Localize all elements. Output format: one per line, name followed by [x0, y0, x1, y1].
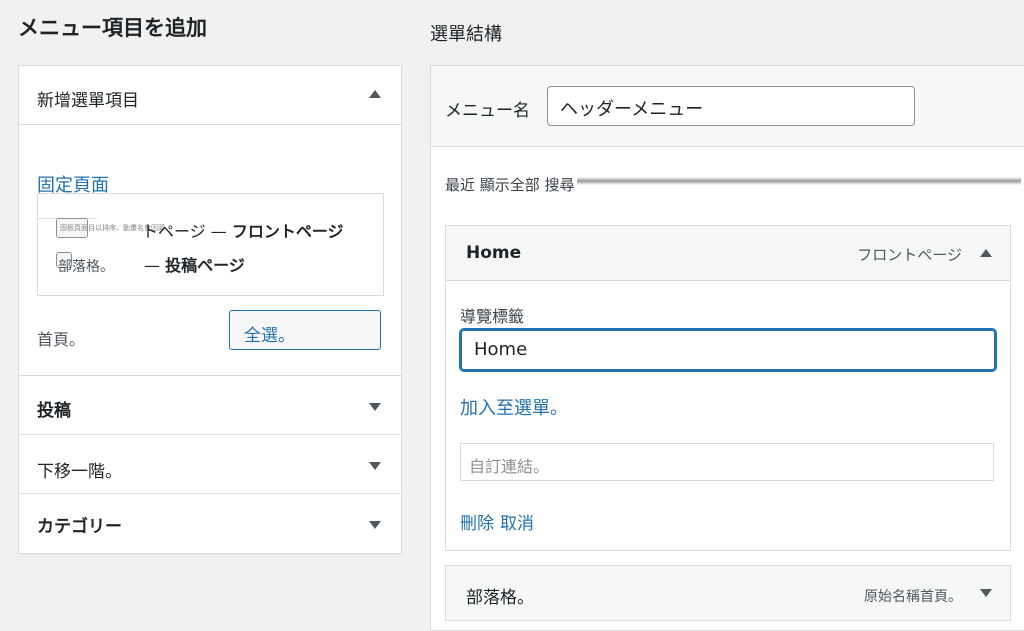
- add-menu-items-accordion: 新增選單項目 固定頁面 固板頁面目以排序，動畫名會因頭 トページ — フロントペ…: [18, 65, 402, 554]
- scroll-indicator: [577, 177, 1021, 185]
- custom-link-input[interactable]: 自訂連結。: [460, 443, 994, 481]
- expand-arrow-icon[interactable]: [369, 403, 381, 411]
- page-item-posts-bold: 投稿ページ: [165, 256, 245, 275]
- page-item-posts-plain: —: [144, 256, 166, 275]
- collapse-arrow-icon[interactable]: [980, 249, 992, 257]
- page-item-front[interactable]: トページ — フロントページ: [142, 218, 344, 242]
- page-item-posts[interactable]: — 投稿ページ: [144, 252, 245, 276]
- remove-link[interactable]: 刪除: [460, 514, 494, 534]
- add-to-menu-link[interactable]: 加入至選單。: [460, 394, 568, 420]
- menu-name-bar: メニュー名 ヘッダーメニュー: [431, 66, 1024, 147]
- accordion-section-categories[interactable]: カテゴリー: [19, 494, 401, 553]
- section-title: 下移一階。: [37, 462, 122, 482]
- menu-name-input[interactable]: ヘッダーメニュー: [547, 86, 915, 126]
- section-title: 投稿: [37, 401, 71, 421]
- pages-panel: 固定頁面 固板頁面目以排序，動畫名會因頭 トページ — フロントページ 部落格。…: [19, 125, 401, 376]
- page-item-front-plain: トページ —: [142, 222, 232, 241]
- expand-arrow-icon[interactable]: [369, 521, 381, 529]
- menu-item-settings: 導覽標籤 Home 加入至選單。 自訂連結。 刪除 取消: [445, 281, 1011, 551]
- item-actions: 刪除 取消: [460, 509, 540, 534]
- section-title: 新增選單項目: [37, 91, 139, 111]
- cancel-link[interactable]: 取消: [500, 514, 534, 534]
- menu-structure-heading: 選單結構: [430, 24, 502, 45]
- nav-label-caption: 導覽標籤: [460, 307, 525, 326]
- menu-item-home[interactable]: Home フロントページ: [445, 225, 1011, 281]
- menu-structure-area: メニュー名 ヘッダーメニュー 最近 顯示全部 搜尋 Home フロントページ 導…: [430, 65, 1024, 631]
- page-item-front-bold: フロントページ: [231, 222, 344, 241]
- section-title: カテゴリー: [37, 517, 122, 537]
- menu-item-type: フロントページ: [857, 246, 962, 264]
- home-label: 首頁。: [37, 330, 86, 349]
- add-menu-items-heading: メニュー項目を追加: [18, 16, 207, 40]
- expand-arrow-icon[interactable]: [980, 589, 992, 597]
- pages-checklist: 固板頁面目以排序，動畫名會因頭 トページ — フロントページ 部落格。 — 投稿…: [37, 193, 384, 296]
- accordion-section-add-items[interactable]: 新增選單項目: [19, 66, 401, 125]
- menu-item-title: Home: [466, 243, 522, 263]
- expand-arrow-icon[interactable]: [369, 462, 381, 470]
- recent-links[interactable]: 最近 顯示全部 搜尋: [445, 174, 575, 195]
- menu-item-type: 原始名稱首頁。: [864, 589, 962, 605]
- accordion-section-move-down[interactable]: 下移一階。: [19, 435, 401, 494]
- blog-prefix: 部落格。: [58, 259, 114, 275]
- nav-label-input[interactable]: Home: [460, 329, 996, 371]
- menu-item-title: 部落格。: [466, 588, 534, 608]
- select-all-button[interactable]: 全選。: [229, 310, 381, 350]
- accordion-section-posts[interactable]: 投稿: [19, 376, 401, 435]
- collapse-arrow-icon[interactable]: [369, 90, 381, 98]
- menu-item-blog[interactable]: 部落格。 原始名稱首頁。: [445, 565, 1011, 621]
- menu-name-label: メニュー名: [445, 101, 530, 121]
